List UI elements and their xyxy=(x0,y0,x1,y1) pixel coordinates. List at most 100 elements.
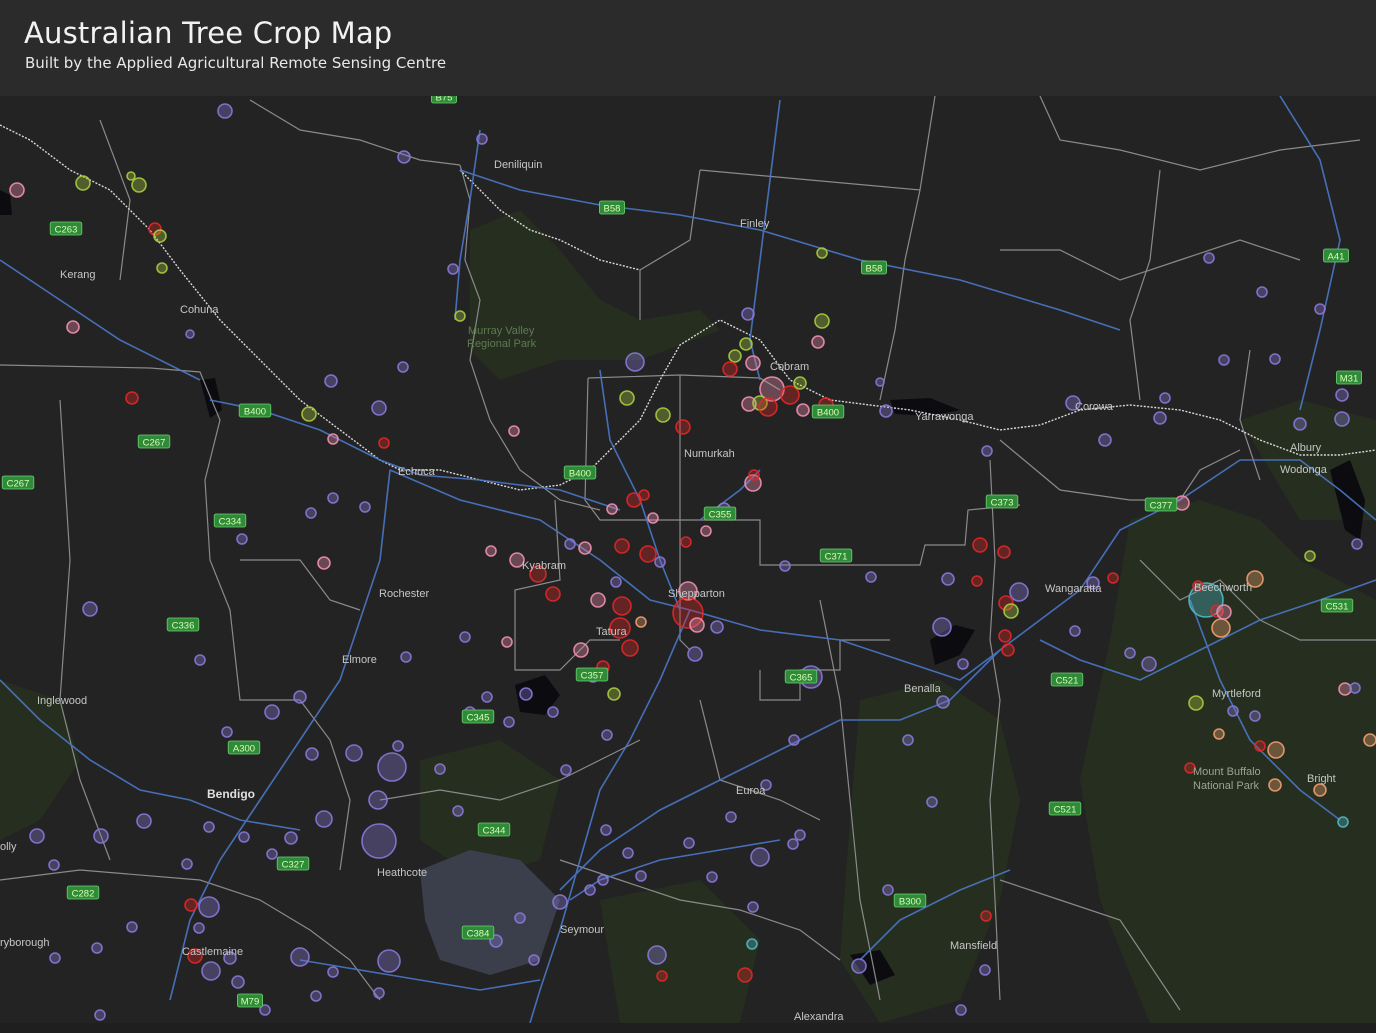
crop-dot[interactable] xyxy=(126,171,136,181)
crop-dot[interactable] xyxy=(48,859,60,871)
crop-dot[interactable] xyxy=(941,572,955,586)
crop-dot[interactable] xyxy=(725,811,737,823)
crop-dot[interactable] xyxy=(508,425,520,437)
crop-dot[interactable] xyxy=(156,262,168,274)
crop-dot[interactable] xyxy=(236,533,248,545)
crop-dot[interactable] xyxy=(816,247,828,259)
crop-dot[interactable] xyxy=(185,329,195,339)
crop-dot[interactable] xyxy=(779,560,791,572)
crop-dot[interactable] xyxy=(266,848,278,860)
crop-dot[interactable] xyxy=(710,620,724,634)
crop-dot[interactable] xyxy=(545,586,561,602)
crop-dot[interactable] xyxy=(600,824,612,836)
crop-dot[interactable] xyxy=(547,706,559,718)
crop-dot[interactable] xyxy=(706,871,718,883)
crop-dot[interactable] xyxy=(1069,625,1081,637)
crop-dot[interactable] xyxy=(1227,705,1239,717)
crop-dot[interactable] xyxy=(932,617,952,637)
crop-dot[interactable] xyxy=(796,403,810,417)
crop-dot[interactable] xyxy=(639,545,657,563)
crop-dot[interactable] xyxy=(741,307,755,321)
crop-dot[interactable] xyxy=(1335,388,1349,402)
crop-dot[interactable] xyxy=(788,734,800,746)
crop-dot[interactable] xyxy=(66,320,80,334)
crop-dot[interactable] xyxy=(221,726,233,738)
crop-dot[interactable] xyxy=(980,910,992,922)
crop-dot[interactable] xyxy=(91,942,103,954)
crop-dot[interactable] xyxy=(345,744,363,762)
crop-dot[interactable] xyxy=(1001,643,1015,657)
crop-dot[interactable] xyxy=(656,970,668,982)
crop-dot[interactable] xyxy=(787,838,799,850)
crop-dot[interactable] xyxy=(635,870,647,882)
crop-dot[interactable] xyxy=(1218,354,1230,366)
crop-dot[interactable] xyxy=(1349,682,1361,694)
crop-dot[interactable] xyxy=(737,967,753,983)
crop-dot[interactable] xyxy=(655,407,671,423)
crop-dot[interactable] xyxy=(882,884,894,896)
crop-dot[interactable] xyxy=(957,658,969,670)
crop-dot[interactable] xyxy=(125,391,139,405)
crop-dot[interactable] xyxy=(1314,303,1326,315)
crop-dot[interactable] xyxy=(305,507,317,519)
crop-dot[interactable] xyxy=(612,596,632,616)
crop-dot[interactable] xyxy=(301,406,317,422)
crop-dot[interactable] xyxy=(936,695,950,709)
crop-dot[interactable] xyxy=(29,828,45,844)
crop-dot[interactable] xyxy=(136,813,152,829)
crop-dot[interactable] xyxy=(501,636,513,648)
crop-dot[interactable] xyxy=(1338,682,1352,696)
crop-dot[interactable] xyxy=(181,858,193,870)
crop-dot[interactable] xyxy=(972,537,988,553)
crop-dot[interactable] xyxy=(564,538,576,550)
crop-dot[interactable] xyxy=(447,263,459,275)
crop-dot[interactable] xyxy=(49,952,61,964)
crop-dot[interactable] xyxy=(1313,783,1327,797)
crop-dot[interactable] xyxy=(981,445,993,457)
crop-dot[interactable] xyxy=(619,390,635,406)
crop-dot[interactable] xyxy=(700,525,712,537)
crop-dot[interactable] xyxy=(454,310,466,322)
crop-dot[interactable] xyxy=(400,651,412,663)
crop-dot[interactable] xyxy=(198,896,220,918)
crop-dot[interactable] xyxy=(371,400,387,416)
crop-dot[interactable] xyxy=(373,987,385,999)
crop-dot[interactable] xyxy=(879,404,893,418)
crop-dot[interactable] xyxy=(397,150,411,164)
crop-dot[interactable] xyxy=(793,376,807,390)
crop-dot[interactable] xyxy=(1268,778,1282,792)
crop-dot[interactable] xyxy=(750,847,770,867)
crop-dot[interactable] xyxy=(1159,392,1171,404)
crop-dot[interactable] xyxy=(514,912,526,924)
crop-dot[interactable] xyxy=(635,616,647,628)
crop-dot[interactable] xyxy=(998,629,1012,643)
crop-dot[interactable] xyxy=(875,377,885,387)
crop-dot[interactable] xyxy=(979,964,991,976)
crop-dot[interactable] xyxy=(794,829,806,841)
crop-dot[interactable] xyxy=(310,990,322,1002)
crop-dot[interactable] xyxy=(315,810,333,828)
crop-dot[interactable] xyxy=(578,541,592,555)
crop-dot[interactable] xyxy=(317,556,331,570)
crop-dot[interactable] xyxy=(452,805,464,817)
crop-dot[interactable] xyxy=(392,740,404,752)
crop-dot[interactable] xyxy=(1363,733,1376,747)
crop-dot[interactable] xyxy=(552,894,568,910)
crop-dot[interactable] xyxy=(327,433,339,445)
crop-dot[interactable] xyxy=(675,419,691,435)
crop-dot[interactable] xyxy=(327,492,339,504)
crop-dot[interactable] xyxy=(459,631,471,643)
crop-dot[interactable] xyxy=(747,901,759,913)
crop-dot[interactable] xyxy=(971,575,983,587)
crop-dot[interactable] xyxy=(746,938,758,950)
crop-dot[interactable] xyxy=(573,642,589,658)
crop-dot[interactable] xyxy=(1098,433,1112,447)
crop-dot[interactable] xyxy=(638,489,650,501)
crop-dot[interactable] xyxy=(519,687,533,701)
crop-dot[interactable] xyxy=(476,133,488,145)
crop-dot[interactable] xyxy=(955,1004,967,1016)
crop-dot[interactable] xyxy=(1153,411,1167,425)
crop-dot[interactable] xyxy=(397,361,409,373)
crop-dot[interactable] xyxy=(1254,740,1266,752)
crop-dot[interactable] xyxy=(597,874,609,886)
